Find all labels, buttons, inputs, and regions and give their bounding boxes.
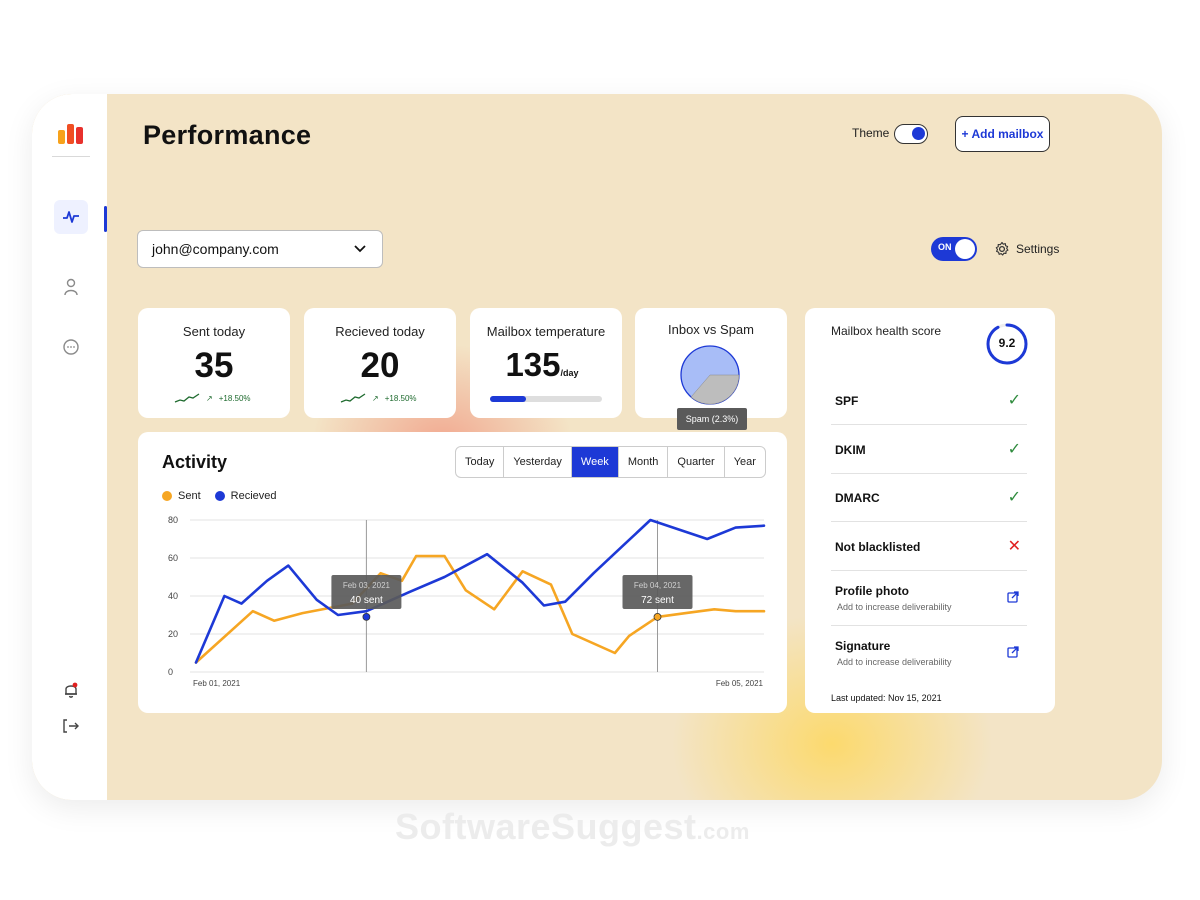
trend: ↗ +18.50% — [174, 392, 251, 404]
trend: ↗ +18.50% — [340, 392, 417, 404]
highlight-point — [362, 612, 371, 621]
on-off-toggle[interactable]: ON — [931, 237, 977, 261]
chat-icon[interactable] — [54, 330, 88, 364]
theme-toggle[interactable] — [894, 124, 928, 144]
tooltip-value: 40 sent — [350, 595, 383, 606]
activity-card: Activity Today Yesterday Week Month Quar… — [138, 432, 787, 713]
health-item-label: Not blacklisted — [835, 540, 921, 554]
mailbox-temperature-card: Mailbox temperature 135/day — [470, 308, 622, 418]
sparkline-icon — [174, 393, 200, 403]
app-logo-icon — [58, 124, 83, 144]
check-icon: ✓ — [1007, 489, 1021, 506]
app-window: Performance Theme + Add mailbox john@com… — [32, 94, 1162, 800]
stat-label: Inbox vs Spam — [668, 322, 754, 337]
tooltip-value: 72 sent — [641, 595, 674, 606]
spam-tooltip: Spam (2.3%) — [677, 408, 747, 430]
bell-icon[interactable] — [54, 673, 88, 707]
activity-line-chart: 0 20 40 60 80 Feb 01, 2021 Feb 05, 2021 Feb 03,… — [168, 515, 766, 688]
sidebar — [32, 94, 107, 800]
y-tick-label: 60 — [168, 553, 178, 563]
theme-label: Theme — [852, 126, 890, 140]
watermark: SoftwareSuggest.com — [395, 806, 750, 848]
activity-icon[interactable] — [54, 200, 88, 234]
health-item-spf: SPF ✓ — [831, 376, 1027, 425]
toggle-state-label: ON — [938, 242, 952, 252]
toggle-knob — [912, 127, 925, 140]
last-updated: Last updated: Nov 15, 2021 — [831, 693, 942, 703]
inbox-vs-spam-card: Inbox vs Spam Spam (2.3%) — [635, 308, 787, 430]
user-icon[interactable] — [54, 270, 88, 304]
check-icon: ✓ — [1007, 392, 1021, 409]
inbox-spam-pie — [680, 345, 740, 405]
temperature-progress-fill — [490, 396, 526, 402]
health-score-value: 9.2 — [998, 336, 1016, 350]
settings-button[interactable]: Settings — [994, 241, 1059, 257]
trend-up-icon: ↗ — [206, 393, 213, 403]
y-tick-label: 80 — [168, 515, 178, 525]
received-today-card: Recieved today 20 ↗ +18.50% — [304, 308, 456, 418]
health-item-sub: Add to increase deliverability — [837, 602, 952, 612]
health-item-sub: Add to increase deliverability — [837, 657, 952, 667]
health-item-label: DMARC — [835, 491, 880, 505]
stat-label: Recieved today — [335, 324, 425, 339]
stat-label: Mailbox temperature — [486, 324, 606, 339]
temperature-progress — [490, 396, 602, 402]
trend-value: +18.50% — [384, 393, 417, 403]
add-mailbox-button[interactable]: + Add mailbox — [955, 116, 1050, 152]
active-indicator — [104, 206, 107, 232]
cross-icon: ✕ — [1007, 538, 1021, 555]
health-title: Mailbox health score — [831, 324, 942, 338]
highlight-point — [653, 612, 662, 621]
health-item-dmarc: DMARC ✓ — [831, 474, 1027, 522]
health-score-ring: 9.2 — [985, 322, 1029, 366]
gear-icon — [995, 241, 1009, 256]
page-title: Performance — [143, 120, 312, 150]
toggle-knob — [955, 239, 975, 259]
logout-icon[interactable] — [54, 709, 88, 743]
external-link-icon[interactable] — [1007, 591, 1019, 603]
divider — [52, 156, 90, 157]
y-tick-label: 40 — [168, 591, 178, 601]
mailbox-select[interactable]: john@company.com — [137, 230, 383, 268]
external-link-icon[interactable] — [1007, 646, 1019, 658]
stat-label: Sent today — [182, 324, 246, 339]
trend-value: +18.50% — [218, 393, 251, 403]
stat-value: 135/day — [466, 346, 618, 384]
x-tick-label: Feb 05, 2021 — [716, 679, 764, 688]
health-item-label: SPF — [835, 394, 859, 408]
tooltip-date: Feb 04, 2021 — [634, 581, 682, 590]
health-item-dkim: DKIM ✓ — [831, 425, 1027, 474]
tooltip-date: Feb 03, 2021 — [343, 581, 391, 590]
y-tick-label: 0 — [168, 667, 173, 677]
temperature-unit: /day — [560, 368, 579, 378]
chevron-down-icon — [354, 245, 366, 253]
settings-label: Settings — [1016, 242, 1060, 256]
x-tick-label: Feb 01, 2021 — [193, 679, 241, 688]
watermark-main: SoftwareSuggest — [395, 806, 697, 847]
trend-up-icon: ↗ — [372, 393, 379, 403]
temperature-value: 135 — [505, 346, 561, 383]
sparkline-icon — [340, 393, 366, 403]
sent-today-card: Sent today 35 ↗ +18.50% — [138, 308, 290, 418]
health-item-label: Profile photo — [835, 584, 909, 598]
stat-value: 20 — [360, 346, 400, 385]
check-icon: ✓ — [1007, 441, 1021, 458]
stat-value: 35 — [194, 346, 234, 385]
y-tick-label: 20 — [168, 629, 178, 639]
mailbox-health-card: Mailbox health score 9.2 SPF ✓ DKIM ✓ DM… — [805, 308, 1055, 713]
mailbox-select-value: john@company.com — [152, 241, 279, 257]
health-item-signature[interactable]: Signature Add to increase deliverability — [831, 626, 1027, 681]
health-item-blacklist: Not blacklisted ✕ — [831, 522, 1027, 571]
health-item-label: Signature — [835, 639, 891, 653]
health-item-label: DKIM — [835, 443, 866, 457]
watermark-suffix: .com — [696, 819, 750, 844]
health-item-profile-photo[interactable]: Profile photo Add to increase deliverabi… — [831, 571, 1027, 626]
